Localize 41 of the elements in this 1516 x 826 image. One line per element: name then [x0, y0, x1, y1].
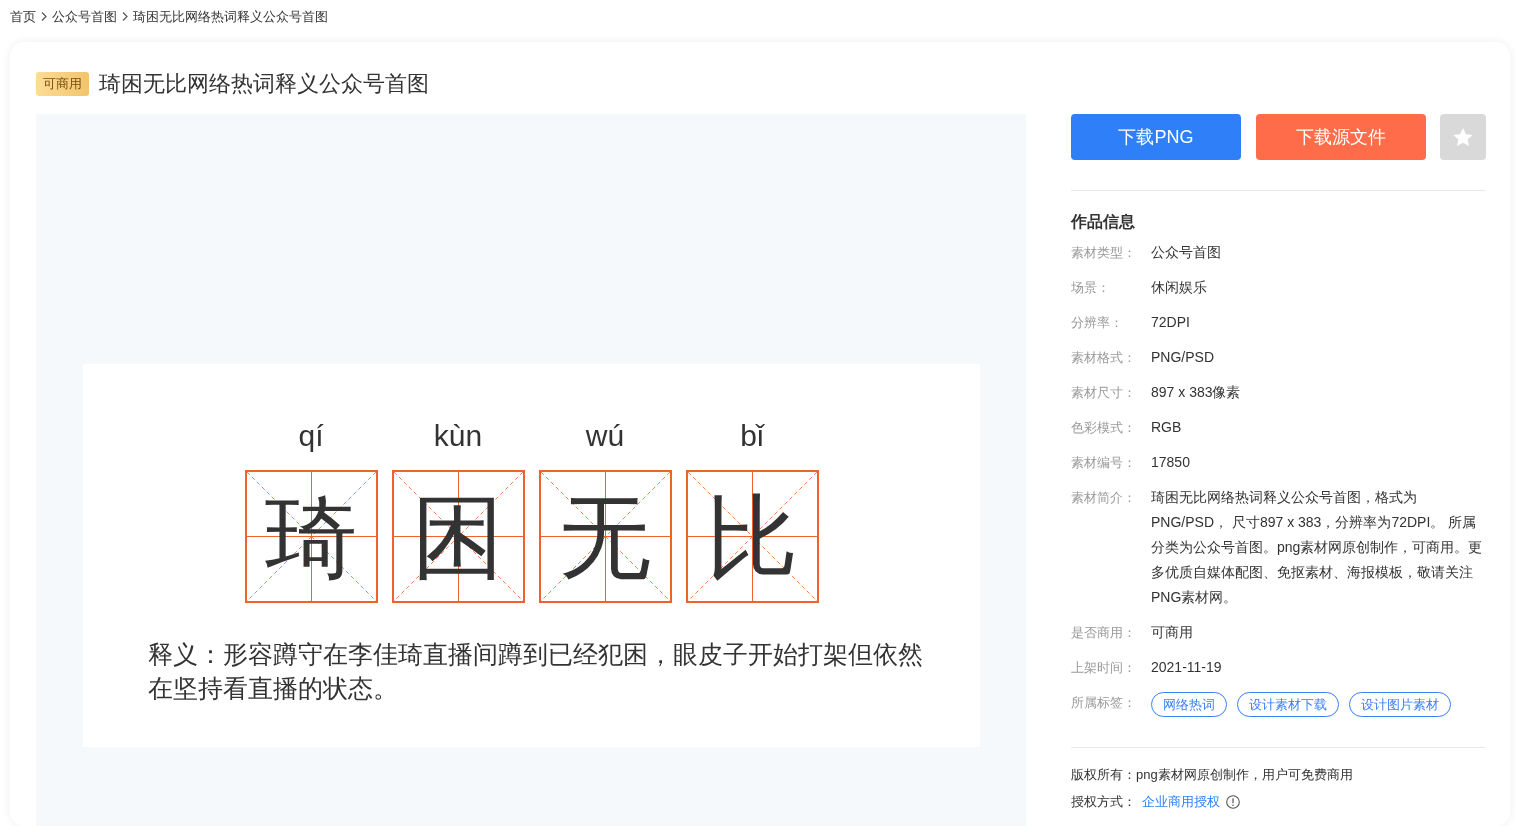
info-value: PNG/PSD: [1151, 348, 1215, 367]
license-link[interactable]: 企业商用授权: [1142, 791, 1220, 812]
info-label: 上架时间：: [1071, 659, 1137, 677]
info-label: 场景：: [1071, 279, 1111, 297]
info-value: RGB: [1151, 418, 1183, 437]
info-icon[interactable]: [1226, 794, 1240, 809]
breadcrumb-current: 琦困无比网络热词释义公众号首图: [133, 7, 328, 26]
info-value: 可商用: [1151, 623, 1194, 642]
info-label: 素材类型：: [1071, 244, 1137, 262]
info-label: 是否商用：: [1071, 624, 1137, 642]
section-heading: 作品信息: [1071, 212, 1136, 232]
chevron-right-icon: [122, 12, 128, 21]
info-value: 琦困无比网络热词释义公众号首图，格式为PNG/PSD， 尺寸897 x 383，分辨率为72DPI。 所属分类为公众号首图。png素材网原创制作，可商用。更多优质自媒体配图、免抠素材、海报模板，敬请关注PNG素材网。: [1151, 488, 1484, 607]
definition-text: 释义：形容蹲守在李佳琦直播间蹲到已经犯困，眼皮子开始打架但依然在坚持看直播的状态。: [147, 639, 924, 704]
breadcrumb-link[interactable]: 首页: [10, 7, 36, 26]
info-value: 17850: [1151, 453, 1191, 472]
breadcrumb-link[interactable]: 公众号首图: [52, 7, 117, 26]
copyright-text: 版权所有：png素材网原创制作，用户可免费商用: [1071, 766, 1354, 784]
info-label: 素材格式：: [1071, 349, 1137, 367]
pinyin-text: kùn: [433, 418, 483, 454]
star-icon: [1453, 127, 1473, 147]
license-badge: 可商用: [36, 72, 89, 96]
info-label: 色彩模式：: [1071, 419, 1137, 437]
license-label: 授权方式：: [1071, 793, 1136, 811]
info-value: 897 x 383像素: [1151, 383, 1242, 402]
info-value: 72DPI: [1151, 313, 1191, 332]
info-value: 公众号首图: [1151, 243, 1222, 262]
download-png-button[interactable]: 下载PNG: [1071, 114, 1241, 160]
page-title: 琦困无比网络热词释义公众号首图: [99, 70, 429, 98]
info-label: 素材简介：: [1071, 489, 1137, 507]
pinyin-text: wú: [585, 418, 625, 454]
chevron-right-icon: [41, 12, 47, 21]
info-value: 休闲娱乐: [1151, 278, 1208, 297]
info-label: 所属标签：: [1071, 694, 1137, 712]
info-label: 素材编号：: [1071, 454, 1137, 472]
pinyin-text: bǐ: [740, 418, 764, 454]
info-label: 素材尺寸：: [1071, 384, 1137, 402]
info-value: 2021-11-19: [1151, 658, 1223, 677]
info-label: 分辨率：: [1071, 314, 1124, 332]
pinyin-text: qí: [298, 418, 324, 454]
download-source-button[interactable]: 下载源文件: [1255, 114, 1426, 160]
